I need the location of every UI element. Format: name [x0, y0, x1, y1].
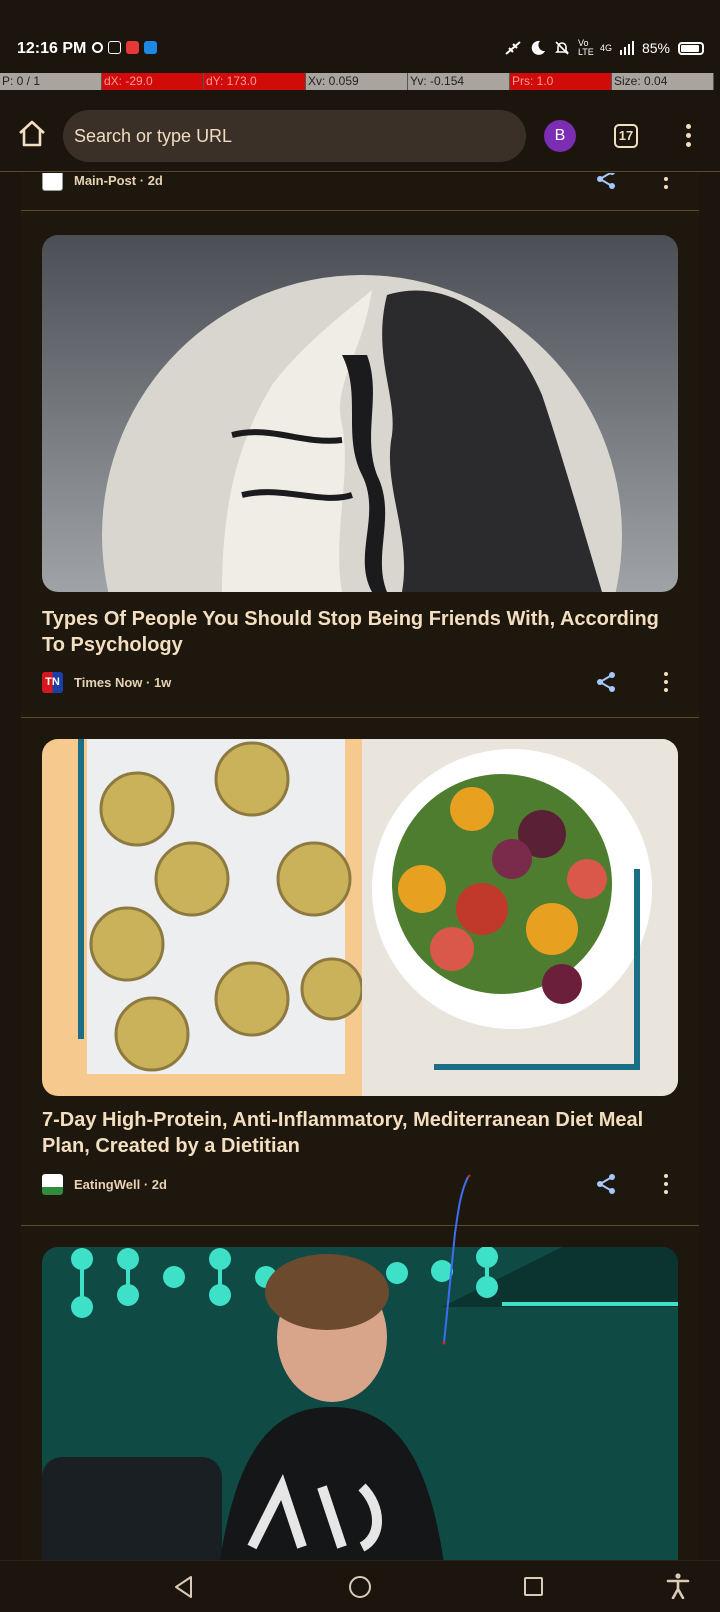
article-title[interactable]: 7-Day High-Protein, Anti-Inflammatory, M…: [42, 1107, 678, 1159]
accessibility-icon[interactable]: [666, 1573, 690, 1599]
article-card[interactable]: 7-Day High-Protein, Anti-Inflammatory, M…: [21, 718, 699, 1226]
news-feed: Main-Post · 2d Types Of People You Shoul…: [21, 173, 699, 1560]
article-image[interactable]: [42, 1247, 678, 1560]
article-meta: Main-Post · 2d: [42, 173, 163, 191]
touch-trace-overlay: [442, 1174, 471, 1345]
article-title[interactable]: Types Of People You Should Stop Being Fr…: [42, 606, 678, 658]
vibrate-icon: [108, 41, 121, 54]
url-bar[interactable]: Search or type URL: [63, 110, 526, 162]
article-source: Times Now: [74, 674, 143, 690]
man-speaking-on-stage: [42, 1247, 678, 1560]
bell-off-icon: [555, 41, 569, 55]
article-image[interactable]: [42, 739, 678, 1096]
more-options-icon[interactable]: [663, 173, 669, 191]
article-meta: TN Times Now · 1w: [42, 671, 171, 693]
share-icon[interactable]: [594, 670, 618, 694]
notification-icons: [92, 41, 157, 54]
more-options-icon[interactable]: [663, 672, 669, 694]
article-meta: EatingWell · 2d: [42, 1173, 167, 1195]
recent-apps-icon[interactable]: [524, 1577, 543, 1596]
article-age: · 1w: [146, 674, 172, 690]
home-icon[interactable]: [16, 118, 48, 150]
article-age: · 2d: [139, 173, 163, 188]
share-icon[interactable]: [594, 173, 618, 191]
eatingwell-favicon: [42, 1173, 63, 1195]
network-type: 4G: [599, 43, 612, 53]
article-card[interactable]: Types Of People You Should Stop Being Fr…: [21, 211, 699, 718]
pointer-pressure: Prs: 1.0: [510, 73, 612, 90]
times-now-favicon: TN: [42, 671, 63, 693]
browser-toolbar: Search or type URL: [0, 100, 720, 172]
battery-icon: [678, 41, 704, 55]
home-circle-icon[interactable]: [349, 1576, 371, 1598]
article-age: · 2d: [143, 1176, 167, 1192]
pointer-xv: Xv: 0.059: [306, 73, 408, 90]
article-image[interactable]: [42, 235, 678, 592]
pointer-yv: Yv: -0.154: [408, 73, 510, 90]
system-icons: Vo LTE 4G 85%: [504, 39, 704, 57]
pointer-dx: dX: -29.0: [102, 73, 204, 90]
article-source: EatingWell: [74, 1176, 141, 1192]
pointer-dy: dY: 173.0: [204, 73, 306, 90]
egg-muffins-and-beet-salad: [42, 739, 678, 1096]
back-icon[interactable]: [173, 1575, 195, 1599]
main-post-favicon: [42, 173, 63, 191]
app-icon: [126, 41, 139, 54]
clock: 12:16 PM: [17, 40, 87, 57]
pointer-location-bar: P: 0 / 1 dX: -29.0 dY: 173.0 Xv: 0.059 Y…: [0, 73, 720, 90]
no-signal-icon: [505, 41, 521, 55]
tab-switcher-button[interactable]: 17: [614, 124, 638, 148]
more-options-icon[interactable]: [663, 1174, 669, 1196]
pointer-count: P: 0 / 1: [0, 73, 102, 90]
battery-percent: 85%: [641, 40, 670, 56]
article-source: Main-Post: [74, 173, 137, 188]
article-card[interactable]: [21, 1226, 699, 1560]
status-bar: 12:16 PM Vo LTE 4G 85%: [0, 0, 720, 72]
browser-menu-icon[interactable]: [684, 124, 692, 148]
share-icon[interactable]: [594, 1172, 618, 1196]
silhouettes-illustration: [42, 235, 678, 592]
system-navigation-bar: [0, 1560, 720, 1612]
article-card[interactable]: Main-Post · 2d: [21, 173, 699, 211]
volte-label: Vo LTE: [577, 38, 594, 57]
moon-icon: [531, 40, 545, 55]
signal-icon: [619, 41, 634, 55]
record-icon: [92, 42, 103, 53]
pointer-size: Size: 0.04: [612, 73, 714, 90]
eye-icon: [144, 41, 157, 54]
profile-avatar[interactable]: B: [544, 120, 576, 152]
